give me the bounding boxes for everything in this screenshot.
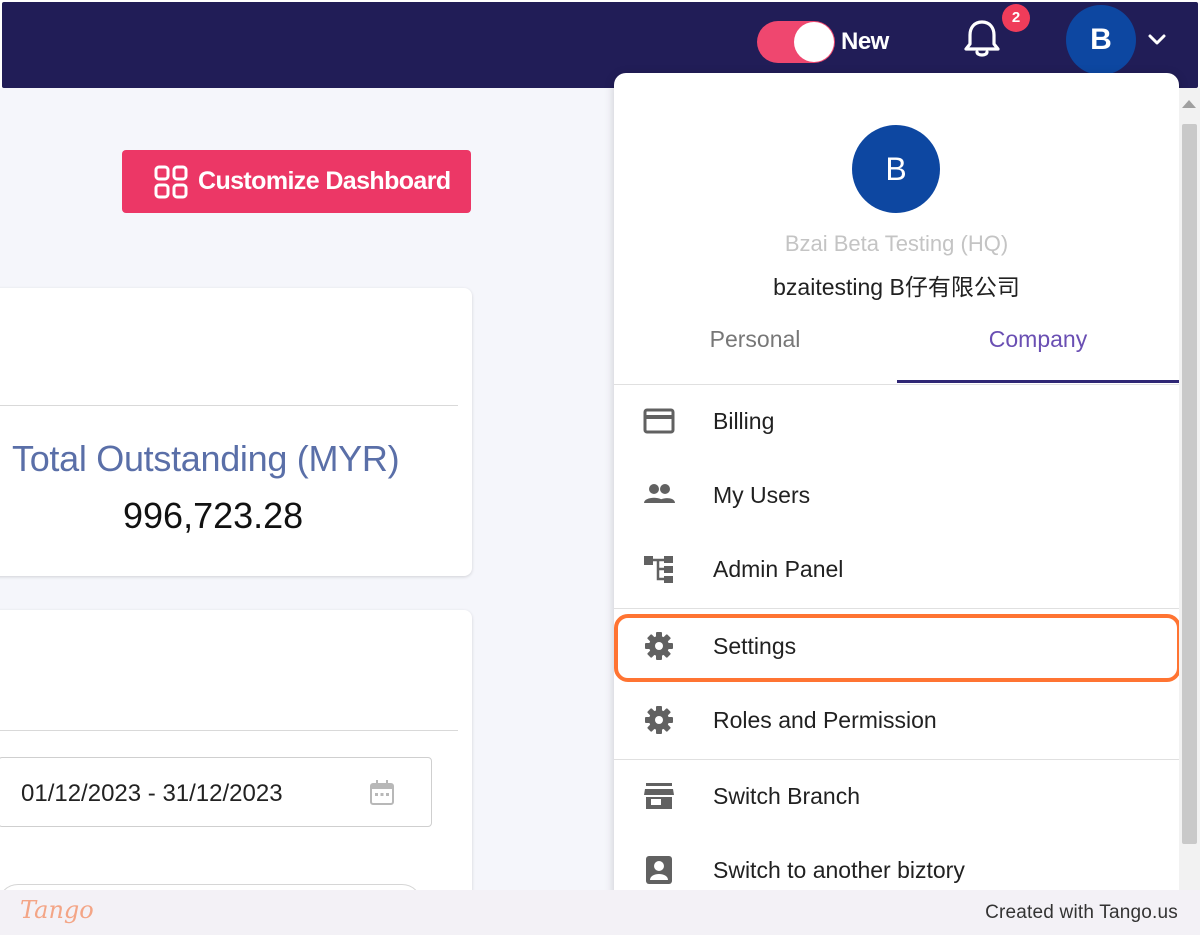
credit-card-icon: [642, 405, 676, 437]
user-avatar-button[interactable]: B: [1066, 5, 1136, 75]
menu-item-label: Switch to another biztory: [713, 857, 965, 883]
active-tab-indicator: [897, 380, 1179, 383]
toggle-knob: [794, 22, 834, 62]
tango-logo: Tango: [20, 896, 94, 924]
date-range-value: 01/12/2023 - 31/12/2023: [21, 780, 283, 807]
date-range-input[interactable]: 01/12/2023 - 31/12/2023: [0, 757, 432, 827]
menu-divider: [614, 608, 1179, 609]
account-box-icon: [642, 854, 676, 886]
tabs-divider: [614, 384, 1179, 385]
menu-item-roles-permission[interactable]: Roles and Permission: [614, 685, 1179, 755]
tab-personal[interactable]: Personal: [614, 326, 896, 353]
settings-highlight-outline: [614, 614, 1181, 682]
gear-icon: [642, 704, 676, 736]
card-divider: [0, 405, 458, 406]
date-filter-card: 01/12/2023 - 31/12/2023: [0, 610, 472, 924]
menu-item-label: My Users: [713, 482, 811, 508]
tab-company[interactable]: Company: [897, 326, 1179, 353]
users-icon: [642, 479, 676, 511]
total-outstanding-label: Total Outstanding (MYR): [12, 438, 400, 479]
menu-item-switch-branch[interactable]: Switch Branch: [614, 761, 1179, 831]
scroll-up-arrow-icon[interactable]: [1182, 100, 1196, 108]
page-scrollbar[interactable]: [1179, 88, 1200, 890]
hierarchy-icon: [642, 553, 676, 585]
notification-badge: 2: [1002, 4, 1030, 32]
toggle-label: New: [841, 28, 889, 55]
menu-item-label: Roles and Permission: [713, 707, 937, 733]
profile-avatar: B: [852, 125, 940, 213]
profile-dropdown-menu: B Bzai Beta Testing (HQ) bzaitesting B仔有…: [614, 73, 1179, 913]
menu-item-label: Admin Panel: [713, 556, 844, 582]
created-with-credit: Created with Tango.us: [985, 902, 1178, 923]
menu-item-label: Billing: [713, 408, 775, 434]
store-icon: [642, 780, 676, 812]
menu-item-label: Switch Branch: [713, 783, 861, 809]
organization-name: Bzai Beta Testing (HQ): [784, 231, 1009, 256]
menu-item-my-users[interactable]: My Users: [614, 460, 1179, 530]
card-divider: [0, 730, 458, 731]
company-name: bzaitesting B仔有限公司: [773, 274, 1020, 300]
total-outstanding-value: 996,723.28: [123, 495, 304, 536]
menu-divider: [614, 759, 1179, 760]
chevron-down-icon[interactable]: [1145, 29, 1169, 49]
scroll-thumb[interactable]: [1182, 124, 1197, 844]
customize-dashboard-label: Customize Dashboard: [198, 167, 451, 195]
menu-item-billing[interactable]: Billing: [614, 386, 1179, 456]
menu-item-admin-panel[interactable]: Admin Panel: [614, 534, 1179, 604]
calendar-icon[interactable]: [367, 778, 397, 808]
new-ui-toggle[interactable]: [757, 21, 835, 63]
grid-icon: [154, 165, 188, 199]
bell-icon[interactable]: [962, 18, 1002, 60]
total-outstanding-card: Total Outstanding (MYR) 996,723.28: [0, 288, 472, 576]
customize-dashboard-button[interactable]: Customize Dashboard: [122, 150, 471, 213]
tango-footer: Tango Created with Tango.us: [0, 890, 1200, 935]
